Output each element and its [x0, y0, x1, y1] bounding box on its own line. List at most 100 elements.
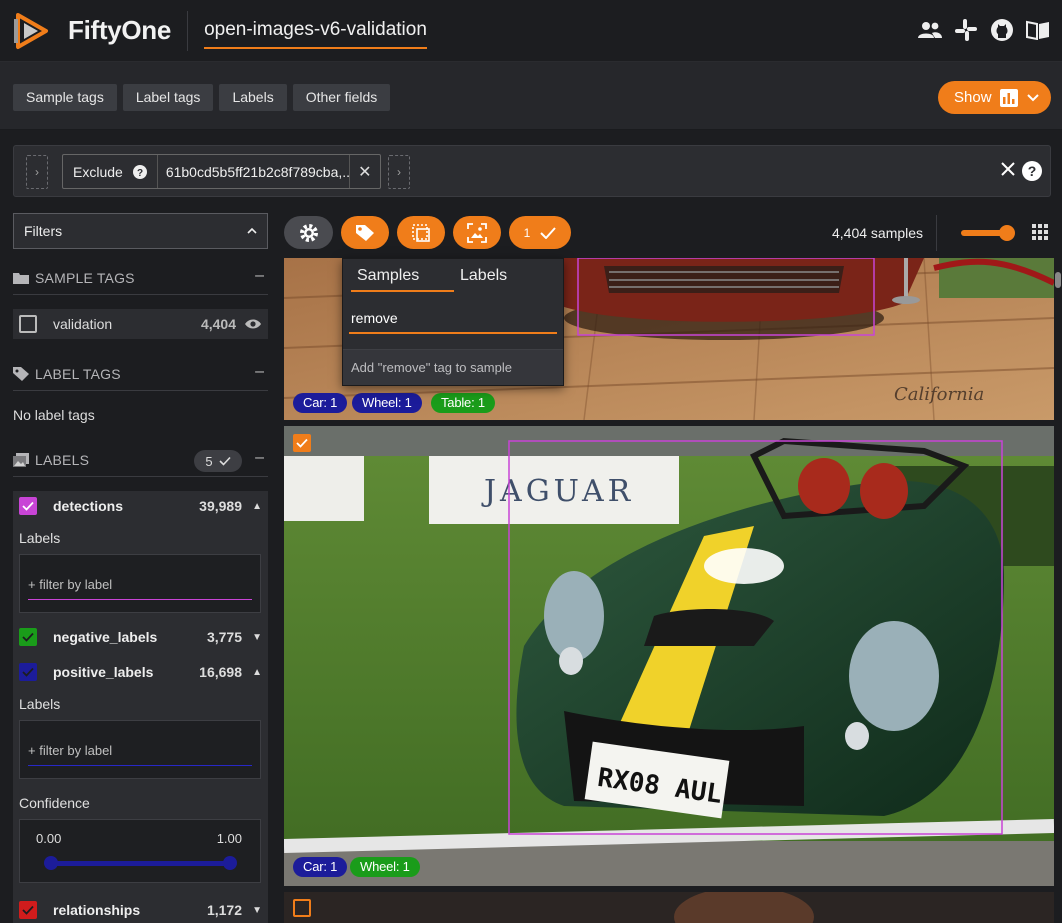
caret-up-icon[interactable]: ▲	[252, 667, 262, 678]
field-tabs: Sample tags Label tags Labels Other fiel…	[13, 84, 391, 111]
scrollbar-thumb[interactable]	[1055, 272, 1061, 288]
sample-tag-count: 4,404	[200, 316, 236, 332]
sample-image	[284, 892, 1054, 923]
sample-tags-section-header[interactable]: SAMPLE TAGS –	[13, 261, 268, 295]
stage-name: Exclude ?	[63, 155, 158, 188]
label-field-relationships[interactable]: relationships 1,172 ▼	[13, 895, 268, 923]
labels-sublabel: Labels	[19, 696, 61, 712]
chevron-right-icon: ›	[397, 165, 401, 179]
clear-view-close-icon[interactable]	[1000, 161, 1016, 177]
label-tags-title: LABEL TAGS	[35, 365, 121, 382]
checkbox[interactable]	[19, 497, 37, 515]
grid-toolbar: 1 4,404 samples	[284, 213, 1054, 253]
add-tag-option[interactable]: Add "remove" tag to sample	[343, 349, 563, 385]
dataset-selector[interactable]: open-images-v6-validation	[204, 19, 427, 49]
caret-down-icon[interactable]: ▼	[252, 632, 262, 643]
users-icon[interactable]	[918, 18, 942, 42]
sample-tags-title: SAMPLE TAGS	[35, 269, 135, 286]
collapse-icon[interactable]: –	[255, 449, 264, 467]
confidence-range-slider[interactable]: 0.00 1.00	[19, 819, 261, 883]
popover-tab-labels[interactable]: Labels	[460, 267, 507, 285]
label-field-positive-labels[interactable]: positive_labels 16,698 ▲	[13, 657, 268, 687]
filters-select-label: Filters	[24, 223, 63, 239]
selected-count: 1	[523, 225, 531, 240]
positive-labels-label-filter[interactable]: + filter by label	[19, 720, 261, 779]
sample-checkbox-checked[interactable]	[293, 434, 311, 452]
tag-input-underline	[349, 332, 557, 334]
remove-stage-button[interactable]: ✕	[350, 155, 380, 188]
detections-label-filter[interactable]: + filter by label	[19, 554, 261, 613]
checkbox[interactable]	[19, 628, 37, 646]
patches-icon	[412, 223, 430, 242]
show-button[interactable]: Show	[938, 81, 1051, 114]
collapse-icon[interactable]: –	[255, 267, 264, 285]
label-chip: Table: 1	[431, 393, 495, 413]
confidence-max: 1.00	[216, 831, 242, 846]
label-chip: Car: 1	[293, 857, 348, 877]
popover-tab-samples[interactable]: Samples	[357, 267, 419, 285]
stage-value-input[interactable]: 61b0cd5b5ff21b2c8f789cba,...	[158, 155, 350, 188]
zoom-slider-handle[interactable]	[999, 225, 1015, 241]
eye-icon[interactable]	[244, 318, 262, 330]
sample-tile[interactable]	[284, 892, 1054, 923]
svg-text:?: ?	[137, 168, 143, 179]
caret-up-icon[interactable]: ▲	[252, 501, 262, 512]
view-help-icon[interactable]: ?	[1022, 161, 1042, 181]
labels-section-header[interactable]: LABELS 5 –	[13, 443, 268, 477]
svg-text:?: ?	[1028, 163, 1037, 179]
sample-checkbox[interactable]	[293, 899, 311, 917]
checkbox[interactable]	[19, 663, 37, 681]
view-stage-exclude[interactable]: Exclude ? 61b0cd5b5ff21b2c8f789cba,... ✕	[62, 154, 381, 189]
check-icon	[296, 438, 308, 448]
label-field-count: 16,698	[199, 664, 242, 680]
add-stage-right-button[interactable]: ›	[388, 155, 410, 189]
checkbox[interactable]	[19, 901, 37, 919]
tab-other-fields[interactable]: Other fields	[292, 84, 391, 111]
image-search-icon	[467, 222, 487, 243]
label-tags-section-header[interactable]: LABEL TAGS –	[13, 357, 268, 391]
help-icon[interactable]: ?	[132, 164, 147, 179]
tab-label-tags[interactable]: Label tags	[122, 84, 214, 111]
similarity-button[interactable]	[453, 216, 501, 249]
close-icon: ✕	[358, 163, 372, 181]
collapse-icon[interactable]: –	[255, 363, 264, 381]
tab-sample-tags[interactable]: Sample tags	[13, 84, 117, 111]
label-field-detections[interactable]: detections 39,989 ▲	[13, 491, 268, 521]
logo[interactable]: FiftyOne	[0, 0, 171, 62]
range-handle-max[interactable]	[223, 856, 237, 870]
filter-placeholder: + filter by label	[28, 743, 113, 758]
sample-tag-row-validation[interactable]: validation 4,404	[13, 309, 268, 339]
filter-placeholder: + filter by label	[28, 577, 113, 592]
app-header: FiftyOne open-images-v6-validation	[0, 0, 1062, 62]
selected-samples-button[interactable]: 1	[509, 216, 571, 249]
settings-button[interactable]	[284, 216, 333, 249]
selected-labels-badge[interactable]: 5	[194, 450, 242, 472]
brand-name: FiftyOne	[68, 15, 172, 45]
sample-tile-selected[interactable]: JAGUAR RX08 AUL Car: 1 Wheel: 1	[284, 426, 1054, 886]
slack-icon[interactable]	[954, 18, 978, 42]
caret-down-icon[interactable]: ▼	[252, 905, 262, 916]
chevron-right-icon: ›	[35, 165, 39, 179]
checkbox[interactable]	[19, 315, 37, 333]
range-track	[50, 861, 230, 866]
grid-layout-icon[interactable]	[1032, 224, 1048, 240]
grid-scrollbar[interactable]	[1054, 258, 1062, 923]
tab-labels[interactable]: Labels	[219, 84, 287, 111]
tag-input[interactable]: remove	[351, 310, 398, 326]
tag-button[interactable]	[341, 216, 389, 249]
label-field-name: relationships	[53, 902, 141, 918]
toolbar-divider	[936, 215, 937, 251]
labels-title: LABELS	[35, 451, 90, 468]
docs-book-icon[interactable]	[1026, 18, 1050, 42]
fiftyone-logo-icon	[14, 12, 48, 49]
add-stage-left-button[interactable]: ›	[26, 155, 48, 189]
filters-select[interactable]: Filters	[13, 213, 268, 249]
patches-button[interactable]	[397, 216, 445, 249]
github-icon[interactable]	[990, 18, 1014, 42]
labels-sublabel: Labels	[19, 530, 61, 546]
tag-icon	[356, 224, 374, 241]
sample-image: JAGUAR RX08 AUL	[284, 426, 1054, 886]
label-field-negative-labels[interactable]: negative_labels 3,775 ▼	[13, 622, 268, 652]
selected-labels-count: 5	[205, 453, 213, 469]
range-handle-min[interactable]	[44, 856, 58, 870]
